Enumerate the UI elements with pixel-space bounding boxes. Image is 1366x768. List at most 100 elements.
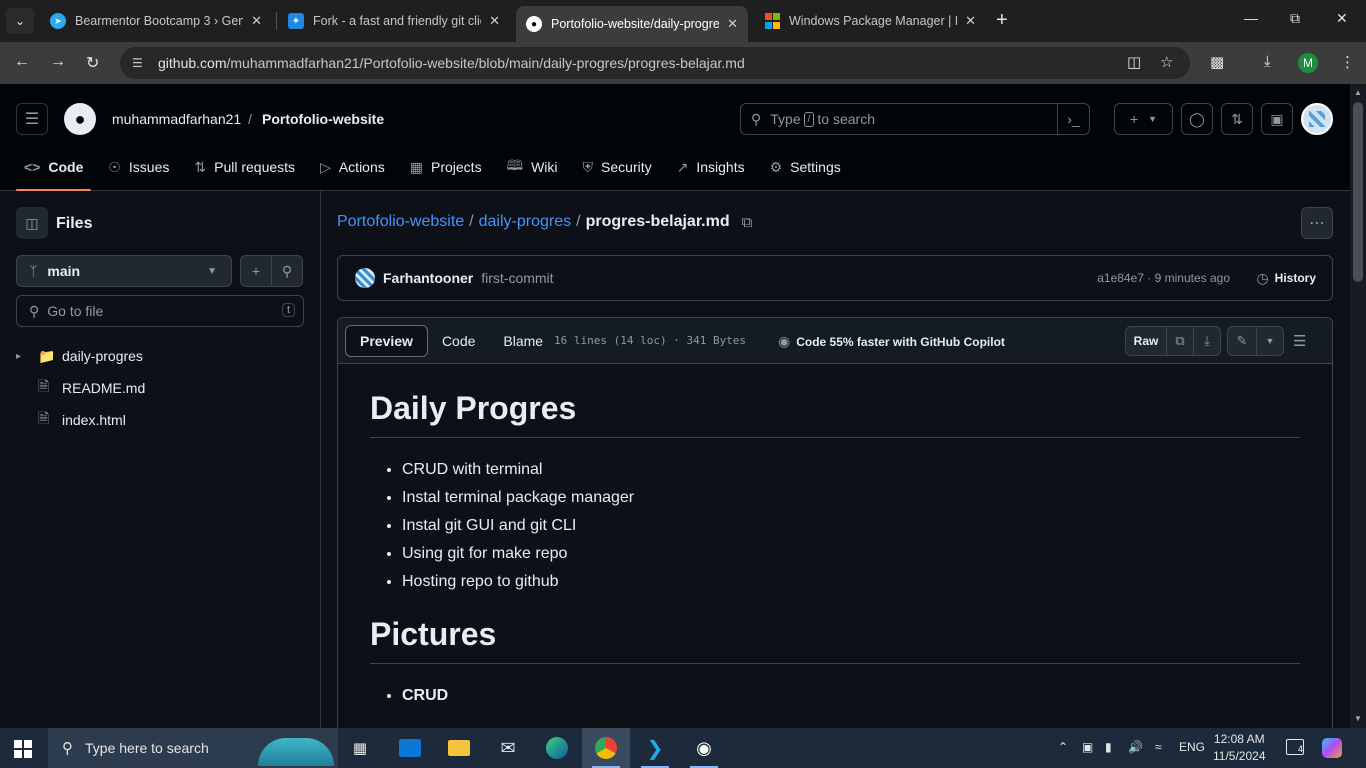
network-icon[interactable]: ≈ — [1155, 740, 1162, 754]
collapse-sidebar-icon[interactable]: ◫ — [16, 207, 48, 239]
scroll-down-icon[interactable]: ▼ — [1354, 714, 1362, 723]
copilot-taskbar-icon[interactable] — [1312, 728, 1352, 768]
raw-button[interactable]: Raw — [1125, 326, 1167, 356]
tab-settings[interactable]: ⚙ Settings — [762, 150, 849, 184]
back-icon[interactable]: ← — [14, 53, 30, 71]
show-hidden-icons-icon[interactable]: ⌃ — [1058, 740, 1068, 754]
browser-tab[interactable]: Windows Package Manager | Microsoft ✕ — [754, 6, 986, 36]
task-view-icon[interactable]: ▦ — [336, 728, 384, 768]
bookmark-star-icon[interactable]: ☆ — [1160, 53, 1173, 71]
windows-start-icon[interactable] — [14, 740, 32, 758]
restore-icon[interactable]: ⧉ — [1290, 10, 1300, 27]
scrollbar-thumb[interactable] — [1353, 102, 1363, 282]
tree-file-index[interactable]: 🗎 index.html — [16, 404, 304, 436]
list-item: CRUD with terminal — [402, 456, 1300, 484]
commit-message-link[interactable]: first-commit — [481, 270, 553, 286]
repo-name-link[interactable]: Portofolio-website — [262, 111, 384, 127]
tab-code[interactable]: <> Code — [16, 150, 92, 191]
browser-tab[interactable]: ➤ Bearmentor Bootcamp 3 › General ✕ — [40, 6, 272, 36]
github-logo-icon[interactable]: ● — [64, 103, 96, 135]
blame-button[interactable]: Blame — [489, 325, 557, 357]
tab-actions[interactable]: ▷ Actions — [312, 150, 393, 184]
fork-app-icon[interactable]: ◉ — [680, 728, 728, 768]
tree-folder-daily-progres[interactable]: ▸ 📁 daily-progres — [16, 340, 304, 372]
vscode-icon[interactable]: ❯ — [631, 728, 679, 768]
reload-icon[interactable]: ↻ — [86, 53, 99, 73]
extensions-icon[interactable]: ▩ — [1210, 53, 1224, 71]
downloads-icon[interactable]: ⤓ — [1264, 53, 1271, 70]
outline-list-icon[interactable]: ☰ — [1293, 332, 1306, 350]
edit-pencil-icon[interactable]: ✎ — [1227, 326, 1257, 356]
minimize-icon[interactable]: — — [1244, 10, 1258, 26]
scroll-up-icon[interactable]: ▲ — [1354, 88, 1362, 97]
tab-pull-requests[interactable]: ⇅ Pull requests — [186, 150, 303, 184]
pull-requests-icon[interactable]: ⇅ — [1221, 103, 1253, 135]
browser-tab[interactable]: ✦ Fork - a fast and friendly git client … — [278, 6, 510, 36]
browser-tab-active[interactable]: ● Portofolio-website/daily-progres/progr… — [516, 6, 748, 42]
microsoft-icon — [764, 13, 780, 29]
code-view-button[interactable]: Code — [428, 325, 489, 357]
mail-icon[interactable]: ✉ — [484, 728, 532, 768]
microsoft-store-icon[interactable] — [386, 728, 434, 768]
global-search-input[interactable]: ⚲ Type / to search ›_ — [740, 103, 1090, 135]
preview-button[interactable]: Preview — [345, 325, 428, 357]
file-explorer-icon[interactable] — [435, 728, 483, 768]
edge-icon[interactable] — [533, 728, 581, 768]
issues-icon[interactable]: ◯ — [1181, 103, 1213, 135]
branch-selector[interactable]: ᛉ main ▼ — [16, 255, 232, 287]
clock-time: 12:08 AM — [1213, 732, 1265, 746]
command-palette-icon[interactable]: ›_ — [1057, 104, 1089, 134]
tab-wiki[interactable]: 🕮 Wiki — [499, 150, 566, 184]
commit-author-link[interactable]: Farhantooner — [383, 270, 473, 286]
notification-center-icon[interactable]: 4 — [1286, 739, 1304, 755]
history-button[interactable]: ◷ History — [1256, 270, 1316, 287]
tab-issues[interactable]: ☉ Issues — [100, 150, 177, 184]
site-info-icon[interactable]: ☰ — [132, 56, 146, 70]
commit-sha-time[interactable]: a1e84e7 · 9 minutes ago — [1097, 271, 1230, 285]
profile-avatar[interactable]: M — [1298, 53, 1318, 73]
page-scrollbar[interactable]: ▲ ▼ — [1350, 84, 1366, 728]
fork-icon: ✦ — [288, 13, 304, 29]
language-indicator[interactable]: ENG — [1179, 740, 1205, 754]
copy-raw-icon[interactable]: ⧉ — [1166, 326, 1194, 356]
address-bar[interactable]: ☰ github.com/muhammadfarhan21/Portofolio… — [120, 47, 1190, 79]
battery-icon[interactable]: ▮ — [1105, 740, 1112, 754]
forward-icon[interactable]: → — [50, 53, 66, 71]
user-avatar[interactable] — [1301, 103, 1333, 135]
tab-search-button[interactable]: ⌄ — [6, 8, 34, 34]
commit-author-avatar[interactable] — [355, 268, 375, 288]
close-icon[interactable]: ✕ — [489, 13, 500, 29]
edit-options-caret-icon[interactable]: ▼ — [1256, 326, 1284, 356]
close-icon[interactable]: ✕ — [965, 13, 976, 29]
close-icon[interactable]: ✕ — [251, 13, 262, 29]
copy-path-icon[interactable]: ⧉ — [742, 214, 753, 231]
add-file-icon[interactable]: + — [240, 255, 272, 287]
tab-projects[interactable]: ▦ Projects — [402, 150, 490, 184]
tab-security[interactable]: ⛨ Security — [575, 150, 660, 184]
close-window-icon[interactable]: ✕ — [1336, 10, 1348, 27]
tab-insights[interactable]: ↗ Insights — [669, 150, 753, 184]
clock[interactable]: 12:08 AM 11/5/2024 — [1213, 731, 1266, 765]
install-app-icon[interactable]: ◫ — [1127, 53, 1141, 71]
tree-file-readme[interactable]: 🗎 README.md — [16, 372, 304, 404]
new-tab-icon[interactable]: + — [996, 9, 1008, 32]
issue-icon: ☉ — [108, 158, 121, 175]
inbox-icon[interactable]: ▣ — [1261, 103, 1293, 135]
repo-owner-link[interactable]: muhammadfarhan21 — [112, 111, 241, 127]
chevron-right-icon[interactable]: ▸ — [16, 351, 32, 362]
chrome-icon[interactable] — [582, 728, 630, 768]
download-icon[interactable]: ⤓ — [1193, 326, 1221, 356]
close-icon[interactable]: ✕ — [727, 16, 738, 32]
search-icon: ⚲ — [29, 302, 40, 319]
breadcrumb-repo-link[interactable]: Portofolio-website — [337, 213, 464, 231]
copilot-promo-link[interactable]: ◉ Code 55% faster with GitHub Copilot — [778, 333, 1005, 350]
meet-now-icon[interactable]: ▣ — [1082, 740, 1093, 754]
hamburger-menu-icon[interactable]: ☰ — [16, 103, 48, 135]
volume-icon[interactable]: 🔊 — [1128, 740, 1143, 754]
search-files-icon[interactable]: ⚲ — [271, 255, 303, 287]
breadcrumb-folder-link[interactable]: daily-progres — [479, 213, 571, 231]
create-new-button[interactable]: + ▼ — [1114, 103, 1173, 135]
menu-kebab-icon[interactable]: ⋮ — [1340, 53, 1355, 71]
more-options-icon[interactable]: ⋯ — [1301, 207, 1333, 239]
go-to-file-input[interactable]: ⚲ Go to file t — [16, 295, 304, 327]
